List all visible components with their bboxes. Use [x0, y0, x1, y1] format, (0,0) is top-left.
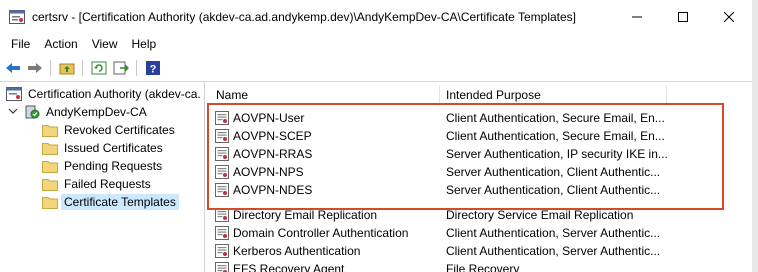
tree-item-label: AndyKempDev-CA — [46, 105, 147, 119]
certificate-template-icon — [215, 129, 229, 143]
menu-help[interactable]: Help — [125, 37, 164, 51]
tree-item-label: Pending Requests — [64, 159, 163, 173]
export-list-button[interactable] — [112, 59, 130, 77]
table-row[interactable]: Kerberos Authentication Client Authentic… — [206, 242, 752, 260]
tree-item-certificate-templates[interactable]: Certificate Templates — [42, 193, 179, 211]
refresh-icon — [91, 61, 107, 75]
tree-item-pending-requests[interactable]: Pending Requests — [42, 157, 162, 175]
template-name: Kerberos Authentication — [233, 244, 361, 258]
table-row[interactable]: EFS Recovery Agent File Recovery — [206, 260, 752, 272]
menu-file[interactable]: File — [0, 37, 37, 51]
tree-item-label: Certificate Templates — [61, 194, 179, 210]
template-purpose: Directory Service Email Replication — [446, 208, 634, 222]
template-purpose: Client Authentication, Server Authentic.… — [446, 244, 661, 258]
folder-icon — [42, 123, 58, 137]
column-divider[interactable] — [666, 86, 667, 106]
background-window-edge — [752, 0, 758, 272]
column-divider[interactable] — [439, 86, 440, 106]
table-row[interactable]: Directory Email Replication Directory Se… — [206, 206, 752, 224]
table-row[interactable]: AOVPN-RRAS Server Authentication, IP sec… — [206, 145, 752, 163]
export-icon — [113, 61, 129, 75]
folder-icon — [42, 141, 58, 155]
tree-item-label: Certification Authority (akdev-ca. — [28, 87, 201, 101]
template-purpose: Server Authentication, Client Authentic.… — [446, 183, 661, 197]
template-purpose: Server Authentication, IP security IKE i… — [446, 147, 668, 161]
minimize-button[interactable] — [614, 0, 660, 34]
menu-view[interactable]: View — [85, 37, 125, 51]
table-row[interactable]: AOVPN-SCEP Client Authentication, Secure… — [206, 127, 752, 145]
certsrv-app-icon — [9, 10, 25, 24]
refresh-button[interactable] — [90, 59, 108, 77]
toolbar-separator — [82, 60, 83, 76]
certificate-template-icon — [215, 147, 229, 161]
certificate-template-icon — [215, 244, 229, 258]
back-button[interactable] — [4, 59, 22, 77]
maximize-button[interactable] — [660, 0, 706, 34]
back-arrow-icon — [6, 63, 20, 73]
table-row[interactable]: AOVPN-NDES Server Authentication, Client… — [206, 181, 752, 199]
tree-item-ca[interactable]: AndyKempDev-CA — [8, 103, 147, 121]
details-list: Name Intended Purpose AOVPN-User Client … — [206, 82, 752, 272]
forward-arrow-icon — [28, 63, 42, 73]
folder-icon — [42, 177, 58, 191]
maximize-icon — [678, 12, 688, 22]
template-purpose: Client Authentication, Secure Email, En.… — [446, 111, 665, 125]
certification-authority-icon — [6, 87, 22, 101]
ca-server-icon — [24, 105, 40, 119]
certificate-template-icon — [215, 226, 229, 240]
expand-chevron-icon[interactable] — [8, 105, 20, 119]
close-icon — [724, 12, 734, 22]
menu-action[interactable]: Action — [37, 37, 84, 51]
template-purpose: Server Authentication, Client Authentic.… — [446, 165, 661, 179]
console-tree: Certification Authority (akdev-ca. AndyK… — [0, 82, 205, 272]
window-title: certsrv - [Certification Authority (akde… — [32, 10, 576, 24]
tree-item-certification-authority[interactable]: Certification Authority (akdev-ca. — [6, 85, 201, 103]
template-name: EFS Recovery Agent — [233, 262, 345, 272]
svg-text:?: ? — [150, 64, 157, 76]
template-purpose: File Recovery — [446, 262, 520, 272]
close-button[interactable] — [706, 0, 752, 34]
template-purpose: Client Authentication, Server Authentic.… — [446, 226, 661, 240]
mmc-window: certsrv - [Certification Authority (akde… — [0, 0, 753, 272]
template-name: AOVPN-User — [233, 111, 305, 125]
toolbar-separator — [50, 60, 51, 76]
forward-button[interactable] — [26, 59, 44, 77]
tree-item-label: Failed Requests — [64, 177, 151, 191]
certificate-template-icon — [215, 183, 229, 197]
template-name: Directory Email Replication — [233, 208, 378, 222]
table-row[interactable]: AOVPN-NPS Server Authentication, Client … — [206, 163, 752, 181]
template-name: AOVPN-NPS — [233, 165, 304, 179]
template-name: Domain Controller Authentication — [233, 226, 409, 240]
tree-item-failed-requests[interactable]: Failed Requests — [42, 175, 151, 193]
menu-bar: File Action View Help — [0, 34, 752, 54]
folder-icon — [42, 159, 58, 173]
table-row[interactable]: AOVPN-User Client Authentication, Secure… — [206, 109, 752, 127]
toolbar-separator — [136, 60, 137, 76]
column-header-intended-purpose[interactable]: Intended Purpose — [446, 82, 666, 104]
title-bar[interactable]: certsrv - [Certification Authority (akde… — [0, 0, 752, 34]
help-button[interactable]: ? — [144, 59, 162, 77]
template-name: AOVPN-NDES — [233, 183, 313, 197]
tree-item-label: Issued Certificates — [64, 141, 163, 155]
certificate-template-icon — [215, 165, 229, 179]
help-icon: ? — [146, 61, 160, 76]
template-purpose: Client Authentication, Secure Email, En.… — [446, 129, 665, 143]
template-name: AOVPN-RRAS — [233, 147, 313, 161]
folder-up-icon — [59, 63, 75, 75]
up-one-level-button[interactable] — [58, 59, 76, 77]
column-header-name[interactable]: Name — [216, 82, 436, 104]
folder-icon — [42, 195, 58, 209]
certificate-template-icon — [215, 111, 229, 125]
template-name: AOVPN-SCEP — [233, 129, 312, 143]
toolbar: ? — [0, 55, 752, 82]
tree-item-revoked-certificates[interactable]: Revoked Certificates — [42, 121, 175, 139]
tree-item-issued-certificates[interactable]: Issued Certificates — [42, 139, 163, 157]
certificate-template-icon — [215, 208, 229, 222]
certificate-template-icon — [215, 262, 229, 272]
tree-item-label: Revoked Certificates — [64, 123, 175, 137]
minimize-icon — [632, 16, 642, 18]
table-row[interactable]: Domain Controller Authentication Client … — [206, 224, 752, 242]
